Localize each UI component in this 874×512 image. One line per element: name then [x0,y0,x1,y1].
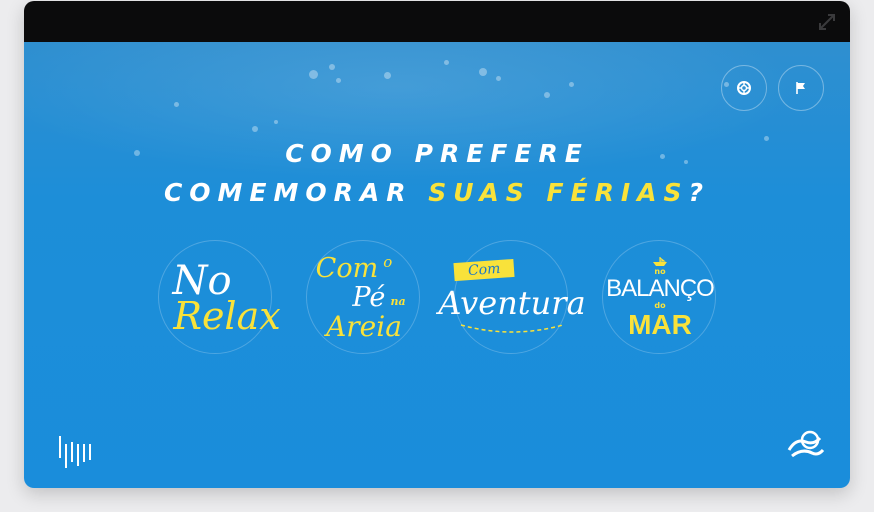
bubble [252,126,258,132]
option-balanco-do-mar[interactable]: no BALANÇO do MAR [602,240,716,354]
option-pe-na-areia-word-4: na [390,295,406,308]
bubble [274,120,278,124]
option-aventura-banner: Com [453,258,515,282]
option-aventura-word: Aventura [438,284,586,322]
option-pe-na-areia-word-5: Areia [326,310,402,343]
bubble [309,70,318,79]
bars-logo [59,436,91,468]
question-mark: ? [688,178,711,207]
option-pe-na-areia-row-1: Com o [315,253,393,284]
bubble [329,64,335,70]
dashed-path [460,324,564,333]
lifebuoy-icon [737,81,751,95]
bubble [544,92,550,98]
help-button[interactable] [721,65,767,111]
bubble [384,72,391,79]
bubble [569,82,574,87]
question-line-2-prefix: COMEMORAR [163,178,429,207]
flag-button[interactable] [778,65,824,111]
flag-icon [796,82,805,94]
option-aventura[interactable]: Com Aventura [438,240,586,354]
bubble [496,76,501,81]
question-highlight: SUAS FÉRIAS [428,178,689,207]
bubble [336,78,341,83]
wave-logo[interactable] [786,428,826,462]
question-line-2: COMEMORAR SUAS FÉRIAS? [24,178,850,207]
bubble [174,102,179,107]
option-balanco-do-mar-lettering: no BALANÇO do MAR [573,241,747,355]
title-bar [24,1,850,42]
option-pe-na-areia-row-2: Pé na [352,284,405,311]
bubble [479,68,487,76]
underwater-stage: COMO PREFERE COMEMORAR SUAS FÉRIAS? No R… [24,42,850,488]
bubble [444,60,449,65]
option-pe-na-areia-word-1: Com [315,253,379,284]
boat-icon [653,257,667,266]
option-pe-na-areia-word-3: Pé [352,282,386,313]
option-pe-na-areia[interactable]: Com o Pé na Areia [306,240,420,354]
option-no-relax-word-2: Relax [173,294,281,338]
expand-icon[interactable] [818,13,836,31]
option-no-relax[interactable]: No Relax [158,240,281,354]
question-line-1: COMO PREFERE [285,139,589,168]
app-window: COMO PREFERE COMEMORAR SUAS FÉRIAS? No R… [24,1,850,488]
option-balanco-word-2: BALANÇO [606,275,715,302]
option-balanco-word-4: MAR [628,309,692,340]
option-pe-na-areia-word-2: o [383,253,393,271]
